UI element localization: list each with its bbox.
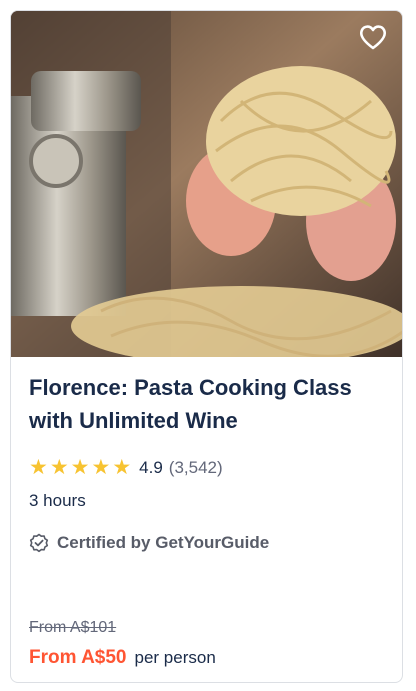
certified-badge: Certified by GetYourGuide <box>29 533 269 553</box>
pasta-photo-illustration <box>11 11 402 357</box>
star-icon: ★ <box>29 456 48 479</box>
star-icon: ★ <box>70 456 90 479</box>
badge-check-icon <box>29 533 49 553</box>
activity-card[interactable]: Florence: Pasta Cooking Class with Unlim… <box>10 10 403 683</box>
review-count: (3,542) <box>168 458 223 477</box>
wishlist-button[interactable] <box>358 23 392 57</box>
rating-score: 4.9 <box>139 458 163 477</box>
price-row: From A$50 per person <box>29 647 216 669</box>
heart-icon <box>360 25 386 50</box>
star-rating: ★ ★ ★ ★ ★ <box>29 457 131 479</box>
star-icon: ★ <box>91 456 111 479</box>
rating-row: ★ ★ ★ ★ ★ 4.9 (3,542) <box>29 457 223 479</box>
current-price: From A$50 <box>29 647 127 668</box>
price-unit: per person <box>134 648 216 667</box>
activity-photo[interactable] <box>11 11 402 357</box>
activity-title[interactable]: Florence: Pasta Cooking Class with Unlim… <box>29 371 369 437</box>
star-icon: ★ <box>112 456 132 479</box>
star-icon: ★ <box>49 456 69 479</box>
original-price: From A$101 <box>29 619 117 636</box>
duration: 3 hours <box>29 491 86 510</box>
certified-label: Certified by GetYourGuide <box>57 533 270 552</box>
